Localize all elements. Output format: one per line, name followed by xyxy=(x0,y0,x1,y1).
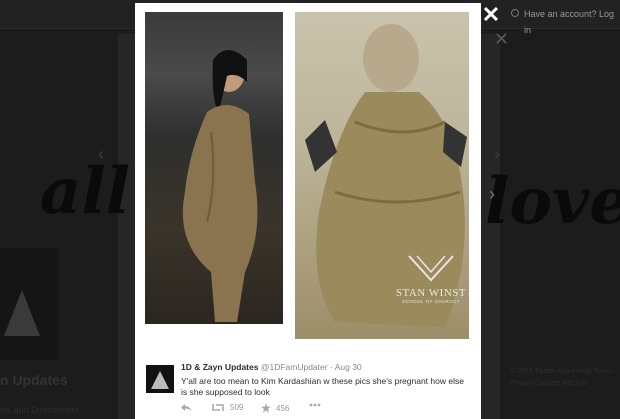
background-header-word-left: all xyxy=(40,154,131,229)
favorite-button[interactable]: 456 xyxy=(261,403,289,413)
more-button[interactable] xyxy=(309,403,321,407)
retweet-count: 509 xyxy=(230,403,244,412)
background-profile-avatar xyxy=(0,248,58,360)
reply-icon xyxy=(181,404,191,411)
favorite-icon xyxy=(261,403,271,413)
retweet-icon xyxy=(212,404,224,411)
avatar[interactable] xyxy=(146,365,174,393)
photo-right[interactable]: STAN WINST SCHOOL OF CHARACT xyxy=(295,12,469,339)
watermark-brand: STAN WINST xyxy=(395,287,467,299)
favorite-count: 456 xyxy=(276,403,290,413)
background-header-word-right: love xyxy=(485,164,620,239)
studio-watermark: STAN WINST SCHOOL OF CHARACT xyxy=(393,252,469,304)
watermark-subtitle: SCHOOL OF CHARACT xyxy=(402,299,460,304)
background-footer: © 2015 Twitter About Help Terms Privacy … xyxy=(510,368,613,387)
tweet-handle[interactable]: @1DFamUpdater xyxy=(261,362,328,372)
tweet-actions: 509 456 xyxy=(181,403,471,417)
tweet-header: 1D & Zayn Updates @1DFamUpdater · Aug 30 xyxy=(181,362,362,372)
tweet-text: Y'all are too mean to Kim Kardashian w t… xyxy=(181,376,464,397)
chevron-left-icon: ‹ xyxy=(98,144,104,164)
tweet-date[interactable]: Aug 30 xyxy=(335,362,362,372)
tweet-separator: · xyxy=(329,362,333,372)
close-icon[interactable]: ✕ xyxy=(481,4,501,26)
next-arrow-icon: › xyxy=(489,184,495,204)
background-close-icon: ✕ xyxy=(494,29,510,49)
studio-logo-icon xyxy=(408,255,454,282)
chevron-right-icon: › xyxy=(494,144,500,164)
tweet-display-name[interactable]: 1D & Zayn Updates xyxy=(181,362,258,372)
retweet-button[interactable]: 509 xyxy=(211,403,243,412)
login-prompt[interactable]: Have an account? Log in xyxy=(508,6,620,35)
media-modal: STAN WINST SCHOOL OF CHARACT 1D & Zayn U… xyxy=(135,3,481,419)
woman-figure-image xyxy=(182,50,258,322)
background-profile-name: n Updates xyxy=(0,372,68,388)
more-icon xyxy=(309,403,321,407)
reply-button[interactable] xyxy=(181,403,191,412)
photo-left[interactable] xyxy=(145,12,283,324)
background-profile-bio: ws and Directioners xyxy=(0,405,80,415)
